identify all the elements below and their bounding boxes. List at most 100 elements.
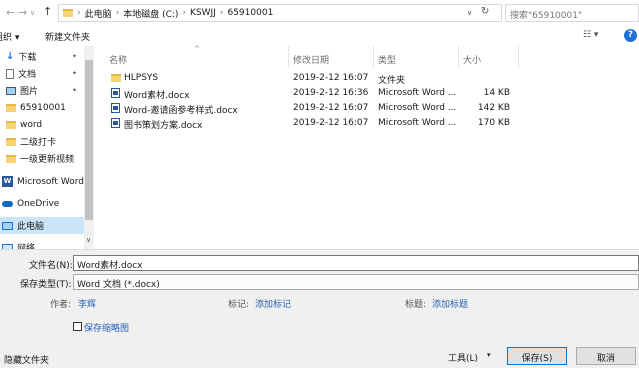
sidebar-item-level1-video[interactable]: 一级更新视频: [0, 150, 84, 167]
add-tags-link[interactable]: 添加标记: [255, 297, 291, 310]
save-type-select[interactable]: Word 文档 (*.docx): [73, 274, 639, 290]
sidebar-item-network[interactable]: 网络: [0, 239, 84, 249]
sidebar-item-onedrive[interactable]: OneDrive: [0, 195, 84, 212]
sort-ascending-icon: ^: [194, 45, 200, 53]
breadcrumb[interactable]: › 此电脑 › 本地磁盘 (C:) › KSWJJ › 65910001: [58, 4, 502, 22]
forward-arrow-icon[interactable]: →: [18, 6, 27, 19]
author-label: 作者:: [50, 300, 72, 310]
column-header-modified[interactable]: 修改日期: [293, 53, 329, 66]
picture-icon: [6, 86, 16, 95]
sidebar-item-label: 此电脑: [17, 222, 45, 232]
filename-input[interactable]: Word素材.docx: [73, 255, 639, 271]
file-modified: 2019-2-12 16:07: [293, 118, 369, 128]
breadcrumb-kswjj[interactable]: KSWJJ: [190, 8, 216, 18]
add-title-link[interactable]: 添加标题: [432, 297, 468, 310]
column-divider[interactable]: [288, 46, 289, 68]
breadcrumb-separator[interactable]: ›: [220, 8, 224, 18]
recent-locations-chevron-icon[interactable]: ∨: [30, 9, 35, 17]
folder-icon: [63, 9, 73, 17]
view-options-icon[interactable]: ☷ ▾: [583, 30, 598, 40]
file-type: Microsoft Word ...: [378, 118, 457, 128]
sidebar-item-level2[interactable]: 二级打卡: [0, 133, 84, 150]
folder-icon: [6, 103, 16, 112]
word-icon: W: [2, 176, 13, 187]
pin-icon[interactable]: ✦: [72, 53, 77, 60]
file-row[interactable]: Word素材.docx 2019-2-12 16:36 Microsoft Wo…: [95, 86, 535, 101]
cancel-button[interactable]: 取消: [576, 347, 636, 365]
breadcrumb-local-disk[interactable]: 本地磁盘 (C:): [123, 7, 178, 20]
document-icon: [6, 68, 14, 79]
file-type: Microsoft Word ...: [378, 88, 457, 98]
sidebar-item-label: Microsoft Word: [17, 176, 84, 187]
file-row[interactable]: 图书策划方案.docx 2019-2-12 16:07 Microsoft Wo…: [95, 116, 535, 131]
hide-folders-toggle[interactable]: 隐藏文件夹: [4, 353, 49, 366]
column-header-size[interactable]: 大小: [463, 53, 481, 66]
file-row[interactable]: HLPSYS 2019-2-12 16:07 文件夹: [95, 71, 535, 86]
sidebar-item-label: OneDrive: [17, 198, 60, 209]
search-input[interactable]: 搜索"65910001": [505, 4, 639, 22]
save-thumbnail-checkbox[interactable]: [73, 322, 82, 331]
address-dropdown-chevron-icon[interactable]: ∨: [467, 9, 472, 17]
save-thumbnail-label[interactable]: 保存缩略图: [84, 321, 129, 334]
back-arrow-icon[interactable]: ←: [6, 6, 15, 19]
column-header-row: [95, 46, 639, 68]
cloud-icon: [2, 200, 13, 207]
column-divider[interactable]: [373, 46, 374, 68]
breadcrumb-separator[interactable]: ›: [182, 8, 186, 18]
sidebar-item-label: 文档: [18, 70, 37, 80]
sidebar-item-microsoft-word[interactable]: W Microsoft Word: [0, 173, 84, 190]
sidebar-scrollbar-thumb[interactable]: [85, 60, 93, 220]
breadcrumb-separator[interactable]: ›: [116, 8, 120, 18]
breadcrumb-separator[interactable]: ›: [77, 8, 81, 18]
breadcrumb-65910001[interactable]: 65910001: [227, 8, 273, 18]
file-name: HLPSYS: [124, 73, 159, 83]
column-divider[interactable]: [518, 46, 519, 68]
refresh-icon[interactable]: ↻: [481, 6, 489, 17]
up-arrow-icon[interactable]: ↑: [43, 5, 52, 18]
folder-icon: [6, 120, 16, 129]
tools-dropdown-icon[interactable]: ▾: [487, 351, 491, 359]
column-divider[interactable]: [458, 46, 459, 68]
title-label: 标题:: [405, 300, 427, 310]
file-type: 文件夹: [378, 76, 406, 86]
sidebar-item-label: 图片: [20, 87, 39, 97]
scroll-down-chevron-icon[interactable]: ∨: [86, 236, 91, 244]
pin-icon[interactable]: ✦: [72, 87, 77, 94]
folder-icon: [111, 74, 121, 82]
save-button[interactable]: 保存(S): [507, 347, 567, 365]
file-row[interactable]: Word-邀请函参考样式.docx 2019-2-12 16:07 Micros…: [95, 101, 535, 116]
sidebar-item-65910001[interactable]: 65910001: [0, 99, 84, 116]
breadcrumb-this-pc[interactable]: 此电脑: [85, 7, 112, 20]
sidebar-item-word[interactable]: word: [0, 116, 84, 133]
save-type-label: 保存类型(T):: [20, 280, 72, 290]
sidebar-item-label: 65910001: [20, 102, 66, 113]
new-folder-button[interactable]: 新建文件夹: [45, 30, 90, 43]
pin-icon[interactable]: ✦: [72, 70, 77, 77]
sidebar-item-this-pc[interactable]: 此电脑: [0, 217, 84, 234]
file-size: 170 KB: [477, 118, 510, 128]
tags-label: 标记:: [228, 300, 250, 310]
sidebar-item-label: 下载: [18, 53, 37, 63]
sidebar-item-label: 网络: [17, 244, 36, 249]
sidebar-item-downloads[interactable]: ↓ 下载 ✦: [0, 48, 84, 65]
file-name: Word素材.docx: [124, 91, 190, 101]
file-name: Word-邀请函参考样式.docx: [124, 106, 238, 116]
organize-menu-button[interactable]: 组织 ▾: [0, 30, 19, 43]
help-icon[interactable]: ?: [624, 29, 637, 42]
folder-icon: [6, 154, 16, 163]
column-header-name[interactable]: 名称: [109, 53, 127, 66]
file-name: 图书策划方案.docx: [124, 121, 203, 131]
sidebar-item-label: 二级打卡: [20, 138, 57, 148]
sidebar-item-pictures[interactable]: 图片 ✦: [0, 82, 84, 99]
file-size: 14 KB: [483, 88, 510, 98]
tools-menu-button[interactable]: 工具(L): [448, 351, 478, 364]
file-size: 142 KB: [477, 103, 510, 113]
navigation-pane: ↓ 下载 ✦ 文档 ✦ 图片 ✦ 65910001 word 二级打卡 一级更新…: [0, 46, 94, 249]
author-value[interactable]: 李辉: [78, 297, 96, 310]
toolbar: [0, 26, 639, 46]
download-icon: ↓: [6, 51, 15, 62]
file-modified: 2019-2-12 16:07: [293, 73, 369, 83]
sidebar-item-documents[interactable]: 文档 ✦: [0, 65, 84, 82]
file-type: Microsoft Word ...: [378, 103, 457, 113]
column-header-type[interactable]: 类型: [378, 53, 396, 66]
